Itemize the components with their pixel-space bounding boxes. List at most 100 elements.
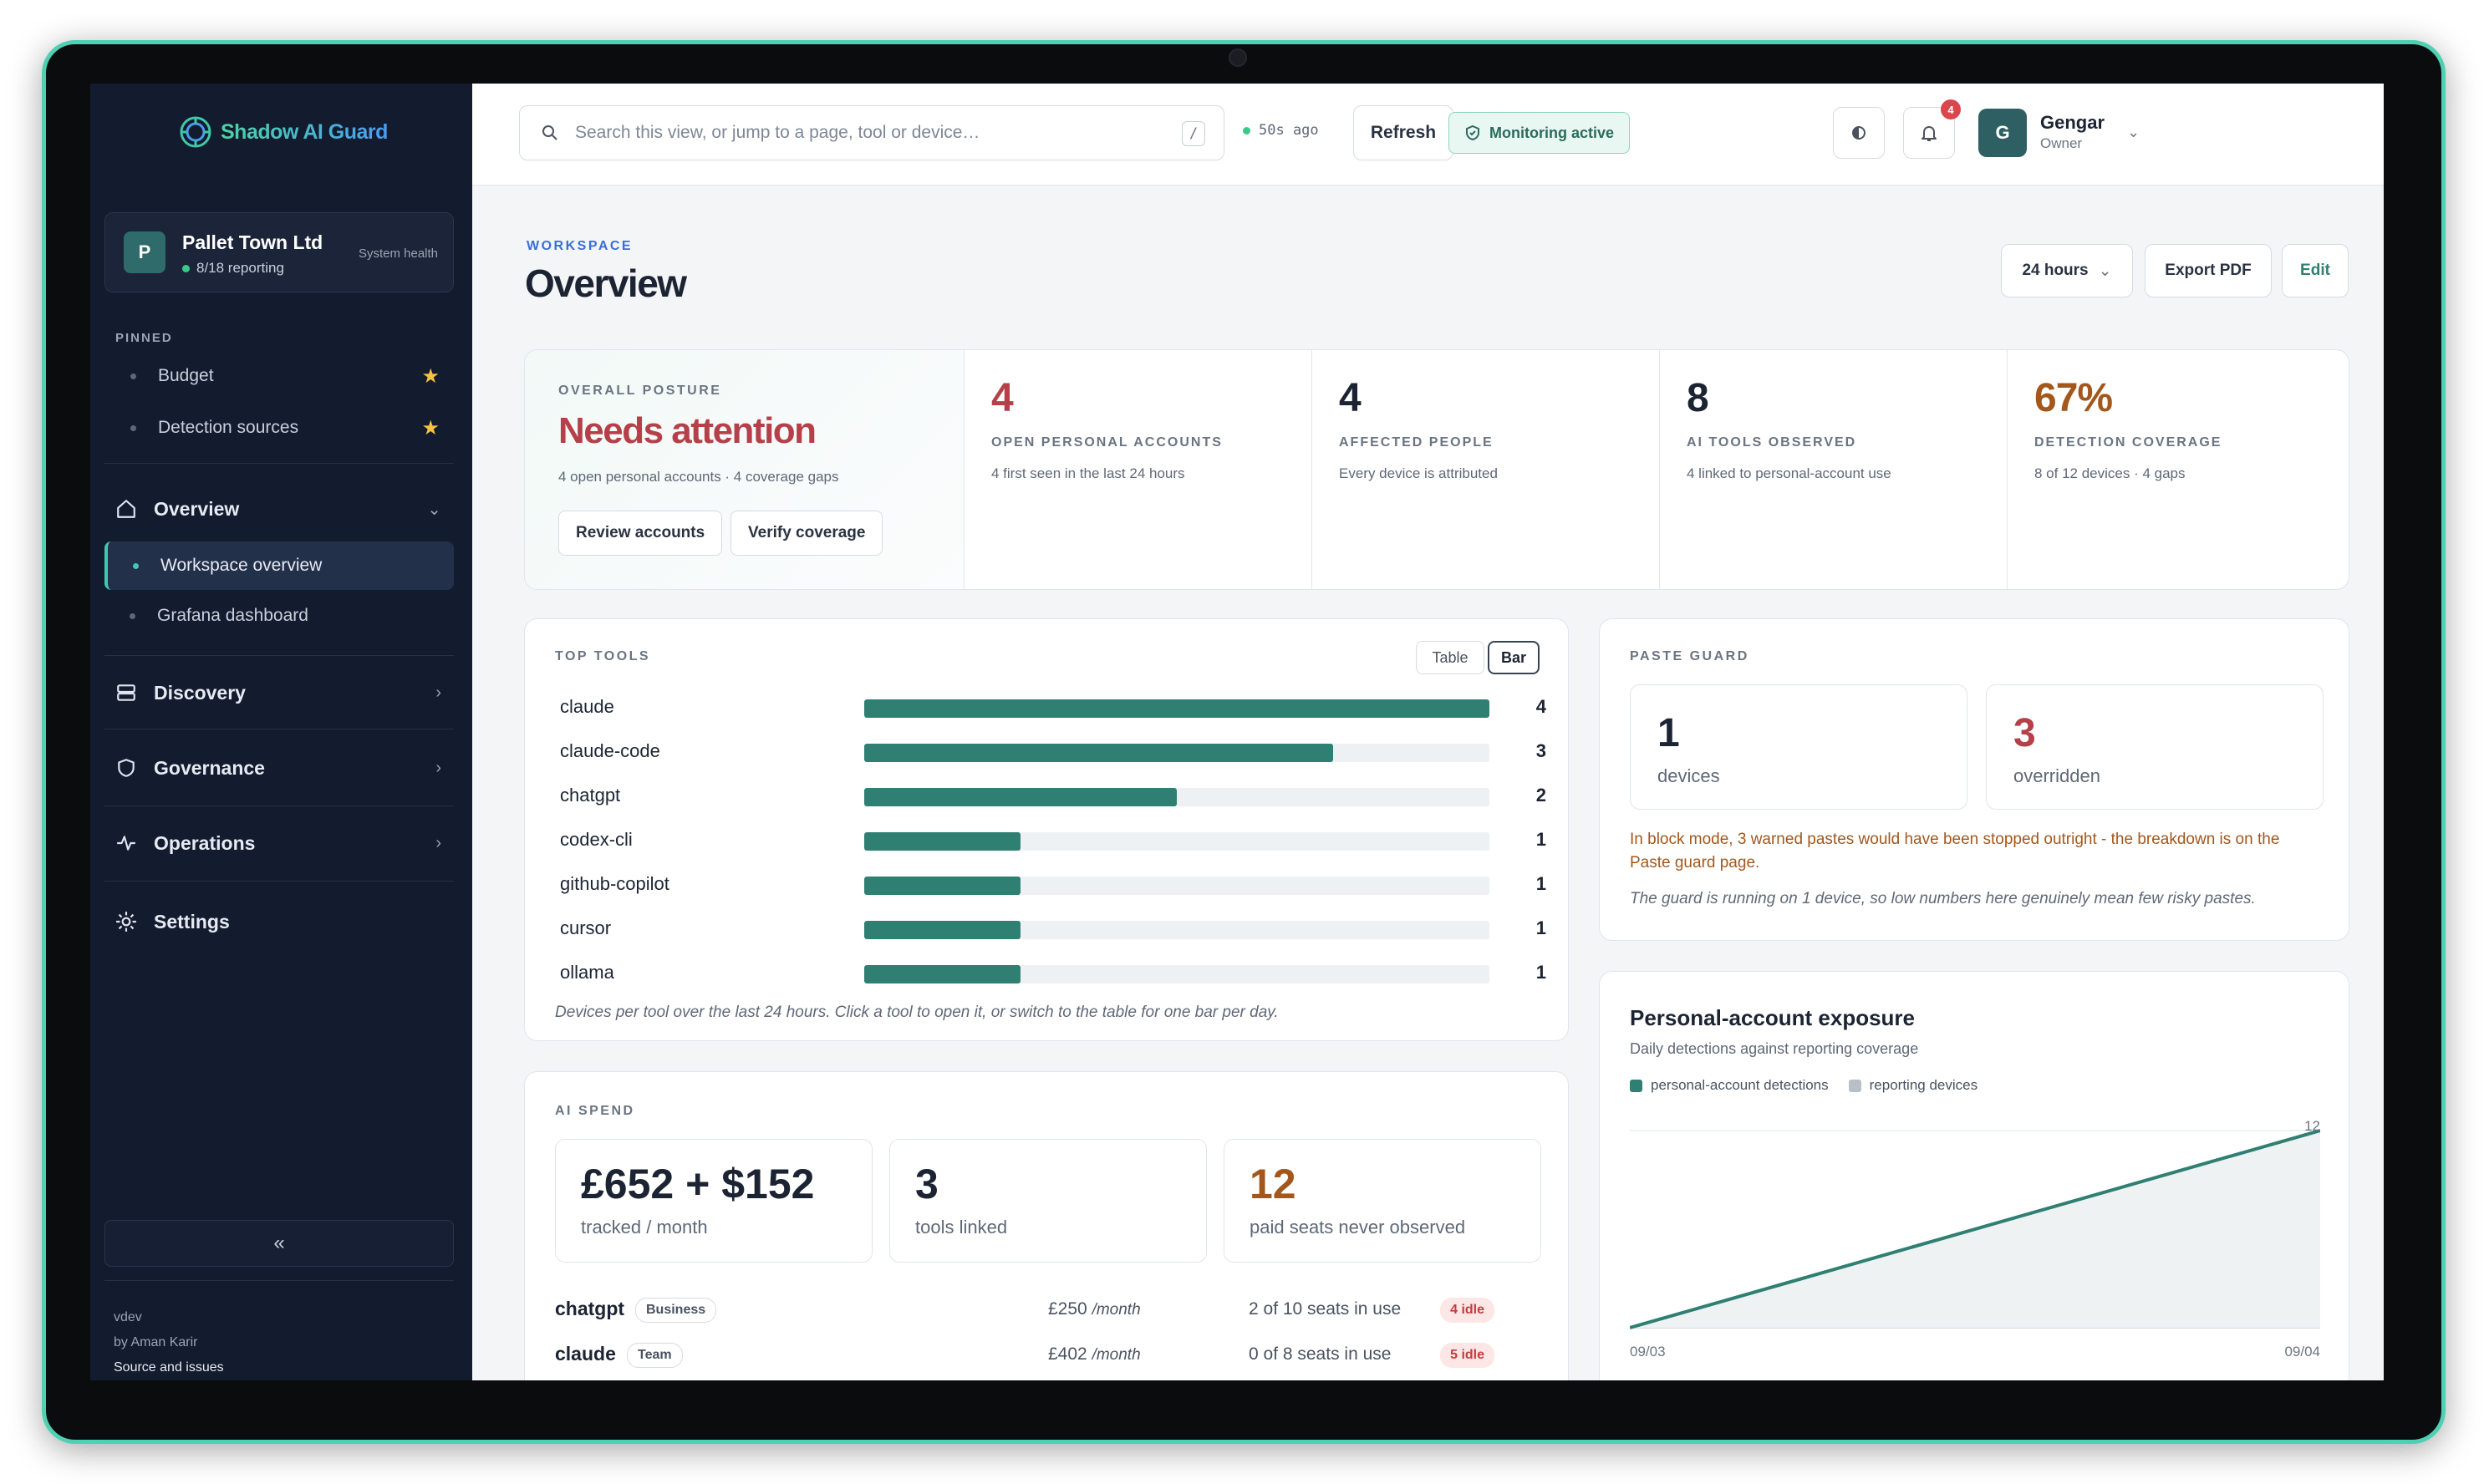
posture-status: Needs attention xyxy=(558,410,817,451)
nav-group-governance[interactable]: Governance › xyxy=(115,747,450,789)
brand-logo[interactable]: Shadow AI Guard xyxy=(177,114,388,150)
plan-badge: Business xyxy=(635,1298,717,1323)
stat-value: 67% xyxy=(2034,376,2113,420)
tool-bar-track xyxy=(864,788,1489,806)
tool-bar xyxy=(864,965,1021,983)
tool-bar-row[interactable]: github-copilot 1 xyxy=(560,865,1546,909)
shield-check-icon xyxy=(1466,125,1479,141)
spend-tools-label: tools linked xyxy=(915,1217,1008,1238)
paste-guard-devices-label: devices xyxy=(1657,765,1720,786)
tool-value: 1 xyxy=(1535,917,1546,938)
time-range-select[interactable]: 24 hours ⌄ xyxy=(2001,244,2133,297)
peak-value-label: 12 xyxy=(2304,1118,2320,1134)
paste-guard-overridden-value: 3 xyxy=(2013,711,2036,755)
source-link[interactable]: Source and issues xyxy=(114,1355,224,1380)
tool-bar xyxy=(864,877,1021,895)
stat-open-personal-accounts[interactable]: 4 OPEN PERSONAL ACCOUNTS 4 first seen in… xyxy=(965,350,1312,589)
org-switcher[interactable]: P Pallet Town Ltd 8/18 reporting System … xyxy=(104,212,454,292)
view-toggle-bar[interactable]: Bar xyxy=(1488,641,1540,674)
spend-row[interactable]: claude Team £402 /month 0 of 8 seats in … xyxy=(555,1339,1541,1376)
pinned-item-budget[interactable]: Budget ★ xyxy=(130,359,440,393)
review-accounts-button[interactable]: Review accounts xyxy=(558,511,723,556)
nav-group-overview[interactable]: Overview ⌄ xyxy=(115,488,450,530)
spend-price-amount: £402 xyxy=(1048,1344,1087,1364)
tool-value: 3 xyxy=(1535,740,1546,761)
stat-affected-people[interactable]: 4 AFFECTED PEOPLE Every device is attrib… xyxy=(1312,350,1660,589)
search-shortcut-key: / xyxy=(1182,121,1205,146)
divider xyxy=(104,463,454,464)
notifications-button[interactable]: 4 xyxy=(1903,99,1961,159)
bullet-icon xyxy=(130,612,135,619)
legend-swatch-devices xyxy=(1848,1079,1861,1092)
pinned-item-label: Detection sources xyxy=(158,418,299,437)
user-role: Owner xyxy=(2040,135,2083,151)
sidebar: Shadow AI Guard P Pallet Town Ltd 8/18 r… xyxy=(90,84,472,1380)
live-dot-icon xyxy=(1243,126,1250,135)
stat-label: AI TOOLS OBSERVED xyxy=(1687,435,1857,450)
chevron-right-icon: › xyxy=(435,833,441,852)
posture-eyebrow: OVERALL POSTURE xyxy=(558,384,722,398)
last-update-text: 50s ago xyxy=(1259,122,1319,139)
pinned-item-detection-sources[interactable]: Detection sources ★ xyxy=(130,411,440,445)
tool-bar-row[interactable]: claude-code 3 xyxy=(560,732,1546,776)
paste-guard-devices-value: 1 xyxy=(1657,711,1680,755)
stat-desc: Every device is attributed xyxy=(1339,465,1498,481)
nav-group-label: Operations xyxy=(154,831,256,854)
paste-guard-note: The guard is running on 1 device, so low… xyxy=(1630,890,2256,907)
monitoring-status-badge[interactable]: Monitoring active xyxy=(1448,112,1631,154)
spend-price: £250 /month xyxy=(1048,1299,1141,1319)
tool-value: 1 xyxy=(1535,829,1546,850)
export-pdf-button[interactable]: Export PDF xyxy=(2145,244,2272,297)
tool-bar-row[interactable]: codex-cli 1 xyxy=(560,821,1546,865)
theme-toggle-button[interactable] xyxy=(1833,107,1885,159)
topbar: Search this view, or jump to a page, too… xyxy=(472,84,2384,186)
spend-tools-box[interactable]: 3 tools linked xyxy=(889,1139,1207,1263)
stat-detection-coverage[interactable]: 67% DETECTION COVERAGE 8 of 12 devices ·… xyxy=(2008,350,2349,589)
tool-bar-row[interactable]: chatgpt 2 xyxy=(560,776,1546,821)
paste-guard-overridden-box[interactable]: 3 overridden xyxy=(1986,684,2324,810)
paste-guard-warning: In block mode, 3 warned pastes would hav… xyxy=(1630,831,2280,872)
tool-bar-row[interactable]: claude 4 xyxy=(560,688,1546,732)
avatar[interactable]: G xyxy=(1978,109,2027,157)
stat-value: 8 xyxy=(1687,376,1709,420)
verify-coverage-button[interactable]: Verify coverage xyxy=(730,511,883,556)
spend-seats-value: 12 xyxy=(1250,1161,1296,1207)
nav-item-workspace-overview[interactable]: Workspace overview xyxy=(104,541,454,590)
spend-row[interactable]: chatgpt Business £250 /month 2 of 10 sea… xyxy=(555,1294,1541,1331)
star-icon[interactable]: ★ xyxy=(421,416,440,440)
paste-guard-devices-box[interactable]: 1 devices xyxy=(1630,684,1967,810)
stat-ai-tools-observed[interactable]: 8 AI TOOLS OBSERVED 4 linked to personal… xyxy=(1660,350,2008,589)
nav-item-grafana-dashboard[interactable]: Grafana dashboard xyxy=(104,592,454,640)
tool-bar-row[interactable]: cursor 1 xyxy=(560,909,1546,953)
stack-icon xyxy=(117,684,135,701)
last-update: 50s ago xyxy=(1243,122,1319,139)
exposure-title: Personal-account exposure xyxy=(1630,1005,1915,1030)
tool-bar-row[interactable]: ollama 1 xyxy=(560,953,1546,998)
exposure-card: Personal-account exposure Daily detectio… xyxy=(1599,971,2349,1380)
edit-button[interactable]: Edit xyxy=(2282,244,2349,297)
view-toggle-table[interactable]: Table xyxy=(1416,641,1484,674)
user-name[interactable]: Gengar xyxy=(2040,112,2105,134)
tool-name: ollama xyxy=(560,962,614,983)
bullet-icon xyxy=(130,373,136,379)
monitoring-label: Monitoring active xyxy=(1489,124,1615,141)
app-screen: Shadow AI Guard P Pallet Town Ltd 8/18 r… xyxy=(90,84,2384,1380)
nav-item-label: Settings xyxy=(154,910,230,933)
nav-group-discovery[interactable]: Discovery › xyxy=(115,672,450,714)
chevron-down-icon[interactable]: ⌄ xyxy=(2127,124,2140,141)
spend-tracked-box[interactable]: £652 + $152 tracked / month xyxy=(555,1139,873,1263)
spend-seats: 0 of 8 seats in use xyxy=(1249,1344,1392,1364)
refresh-button[interactable]: Refresh xyxy=(1353,105,1453,160)
collapse-sidebar-button[interactable]: « xyxy=(104,1220,454,1267)
notification-count-badge: 4 xyxy=(1941,99,1961,119)
nav-item-settings[interactable]: Settings xyxy=(115,901,450,943)
chevron-right-icon: › xyxy=(435,758,441,777)
system-health-link[interactable]: System health xyxy=(359,246,438,261)
stat-desc: 8 of 12 devices · 4 gaps xyxy=(2034,465,2186,481)
star-icon[interactable]: ★ xyxy=(421,364,440,389)
tool-bar xyxy=(864,699,1489,718)
spend-seats-box[interactable]: 12 paid seats never observed xyxy=(1224,1139,1541,1263)
nav-group-operations[interactable]: Operations › xyxy=(115,822,450,864)
search-input[interactable]: Search this view, or jump to a page, too… xyxy=(519,105,1224,160)
version-text: vdev xyxy=(114,1310,142,1324)
